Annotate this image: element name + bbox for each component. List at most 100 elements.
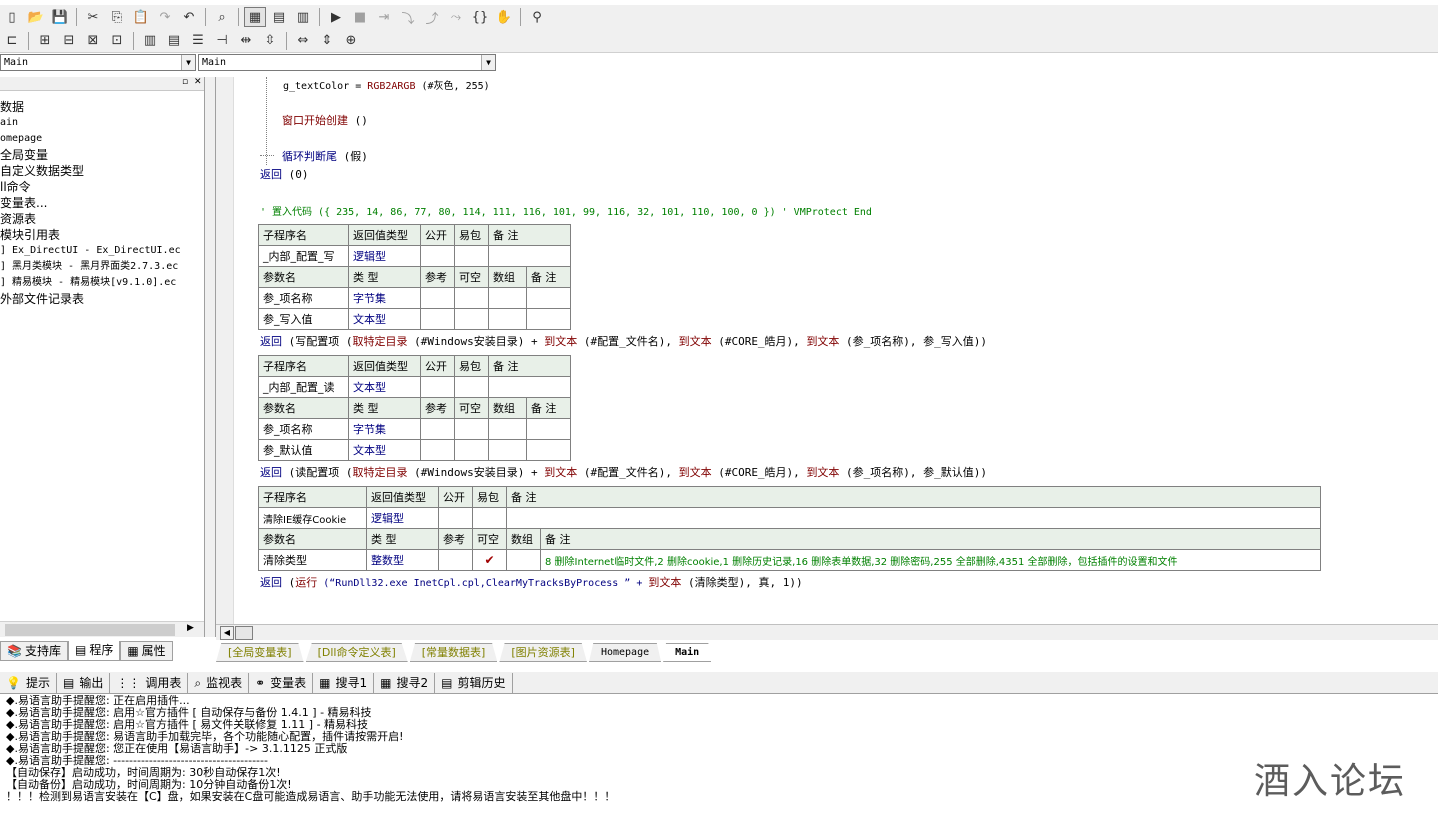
tree-item[interactable]: ] 黑月类模块 - 黑月界面类2.7.3.ec [0, 259, 204, 275]
tree-item[interactable]: ] 精易模块 - 精易模块[v9.1.0].ec [0, 275, 204, 291]
checkmark-icon[interactable]: ✔ [472, 549, 507, 571]
code-line-4[interactable]: 返回 (0) [260, 166, 309, 182]
brace-icon[interactable]: {} [469, 7, 491, 27]
sub-ret-type[interactable]: 逻辑型 [366, 507, 439, 529]
right-combo[interactable]: Main ▼ [198, 54, 496, 71]
space-v-icon[interactable]: ⇳ [259, 31, 281, 51]
left-tab[interactable]: ▤ 程序 [67, 641, 121, 661]
arrow-right-icon[interactable]: ▶ [187, 623, 194, 633]
code-editor[interactable]: g_textColor = RGB2ARGB (#灰色, 255) 窗口开始创建… [216, 77, 1438, 624]
editor-hscrollbar[interactable]: ◀ [216, 624, 1438, 640]
left-tab[interactable]: 📚 支持库 [0, 641, 68, 661]
param-name[interactable]: 清除类型 [258, 549, 367, 571]
binoculars-icon[interactable]: ⚲ [526, 7, 548, 27]
param-name[interactable]: 参_写入值 [258, 308, 349, 330]
param-type[interactable]: 整数型 [366, 549, 439, 571]
sheet-tab[interactable]: [图片资源表] [499, 643, 587, 662]
paste-icon[interactable]: 📋 [130, 7, 152, 27]
align-h1-icon[interactable]: ▥ [139, 31, 161, 51]
scroll-thumb[interactable] [235, 626, 253, 640]
left-tab[interactable]: ▦ 属性 [120, 641, 173, 661]
align-v3-icon[interactable]: ⊠ [82, 31, 104, 51]
space-h-icon[interactable]: ⇹ [235, 31, 257, 51]
chevron-down-icon[interactable]: ▼ [481, 55, 495, 70]
layout3-icon[interactable]: ▥ [292, 7, 314, 27]
scroll-thumb[interactable] [5, 624, 175, 636]
sheet-tab[interactable]: Main [663, 643, 712, 662]
open-icon[interactable]: 📂 [25, 7, 47, 27]
output-tab[interactable]: ▦ 搜寻1 [313, 672, 375, 693]
align-h3-icon[interactable]: ☰ [187, 31, 209, 51]
sub-ret-type[interactable]: 文本型 [348, 376, 421, 398]
tree-hscrollbar[interactable]: ▶ [0, 621, 204, 637]
sheet-tab[interactable]: [全局变量表] [216, 643, 304, 662]
size-w-icon[interactable]: ⇔ [292, 31, 314, 51]
sub-name[interactable]: _内部_配置_写 [258, 245, 349, 267]
sub-table-2[interactable]: 子程序名 返回值类型 公开 易包 备 注 _内部_配置_读 文本型 参数名 类 … [258, 355, 572, 461]
left-combo[interactable]: Main ▼ [0, 54, 196, 71]
size-h-icon[interactable]: ⇕ [316, 31, 338, 51]
tree-item[interactable]: 数据 [0, 99, 204, 115]
param-type[interactable]: 字节集 [348, 287, 421, 309]
tree-item[interactable]: 资源表 [0, 211, 204, 227]
cut-icon[interactable]: ✂ [82, 7, 104, 27]
param-note[interactable]: 8 删除Internet临时文件,2 删除cookie,1 删除历史记录,16 … [540, 549, 1321, 571]
tree-item[interactable]: ] Ex_DirectUI - Ex_DirectUI.ec [0, 243, 204, 259]
sub-table-1[interactable]: 子程序名 返回值类型 公开 易包 备 注 _内部_配置_写 逻辑型 参数名 类 … [258, 224, 572, 330]
param-name[interactable]: 参_默认值 [258, 439, 349, 461]
align-v4-icon[interactable]: ⊡ [106, 31, 128, 51]
param-type[interactable]: 文本型 [348, 439, 421, 461]
align-v2-icon[interactable]: ⊟ [58, 31, 80, 51]
output-tab[interactable]: ▤ 剪辑历史 [435, 672, 513, 693]
sub-ret-type[interactable]: 逻辑型 [348, 245, 421, 267]
code-line-1[interactable]: g_textColor = RGB2ARGB (#灰色, 255) [283, 77, 490, 92]
tree-splitter[interactable] [205, 77, 216, 637]
sub-table-3[interactable]: 子程序名 返回值类型 公开 易包 备 注 清除IE缓存Cookie 逻辑型 参数… [258, 486, 1321, 571]
hand-icon[interactable]: ✋ [493, 7, 515, 27]
undo-icon[interactable]: ↶ [178, 7, 200, 27]
align-left-icon[interactable]: ⊏ [1, 31, 23, 51]
new-file-icon[interactable]: ▯ [1, 7, 23, 27]
layout2-icon[interactable]: ▤ [268, 7, 290, 27]
output-tab[interactable]: ▦ 搜寻2 [374, 672, 436, 693]
code-line-3[interactable]: 循环判断尾 (假) [282, 148, 368, 164]
step-into-icon[interactable]: ⤵ [397, 7, 419, 27]
step-over-icon[interactable]: ⤳ [445, 7, 467, 27]
sheet-tab[interactable]: [常量数据表] [409, 643, 498, 662]
tree-item[interactable]: 自定义数据类型 [0, 163, 204, 179]
output-tab[interactable]: 💡 提示 [0, 672, 57, 693]
param-name[interactable]: 参_项名称 [258, 418, 349, 440]
align-h2-icon[interactable]: ▤ [163, 31, 185, 51]
param-type[interactable]: 文本型 [348, 308, 421, 330]
close-icon[interactable]: ✕ [194, 77, 202, 87]
tree-item[interactable]: 模块引用表 [0, 227, 204, 243]
code-line-2[interactable]: 窗口开始创建 () [282, 112, 368, 128]
code-line-ret2[interactable]: 返回 (读配置项 (取特定目录 (#Windows安装目录) + 到文本 (#配… [260, 464, 987, 480]
size-both-icon[interactable]: ⊕ [340, 31, 362, 51]
tree-item[interactable]: ain [0, 115, 204, 131]
code-line-5[interactable]: ' 置入代码 ({ 235, 14, 86, 77, 80, 114, 111,… [260, 203, 872, 218]
output-tab[interactable]: ⋮⋮ 调用表 [110, 672, 189, 693]
align-v1-icon[interactable]: ⊞ [34, 31, 56, 51]
find-icon[interactable]: ⌕ [211, 7, 233, 27]
output-tab[interactable]: ⚭ 变量表 [249, 672, 314, 693]
tree-item[interactable]: 全局变量 [0, 147, 204, 163]
sub-name[interactable]: 清除IE缓存Cookie [258, 507, 367, 529]
chevron-down-icon[interactable]: ▼ [181, 55, 195, 70]
output-tab[interactable]: ▤ 输出 [57, 672, 111, 693]
sheet-tab[interactable]: [Dll命令定义表] [305, 643, 408, 662]
save-icon[interactable]: 💾 [49, 7, 71, 27]
step-icon[interactable]: ⇥ [373, 7, 395, 27]
output-tab[interactable]: ⌕ 监视表 [188, 672, 250, 693]
run-icon[interactable]: ▶ [325, 7, 347, 27]
tree-item[interactable]: omepage [0, 131, 204, 147]
restore-icon[interactable]: ▫ [182, 77, 188, 87]
step-out-icon[interactable]: ⤴ [421, 7, 443, 27]
layout1-icon[interactable]: ▦ [244, 7, 266, 27]
sub-name[interactable]: _内部_配置_读 [258, 376, 349, 398]
code-line-ret1[interactable]: 返回 (写配置项 (取特定目录 (#Windows安装目录) + 到文本 (#配… [260, 333, 987, 349]
align-h4-icon[interactable]: ⊣ [211, 31, 233, 51]
redo-icon[interactable]: ↷ [154, 7, 176, 27]
arrow-left-icon[interactable]: ◀ [220, 626, 234, 640]
code-line-ret3[interactable]: 返回 (运行 (“RunDll32.exe InetCpl.cpl,ClearM… [260, 574, 803, 590]
